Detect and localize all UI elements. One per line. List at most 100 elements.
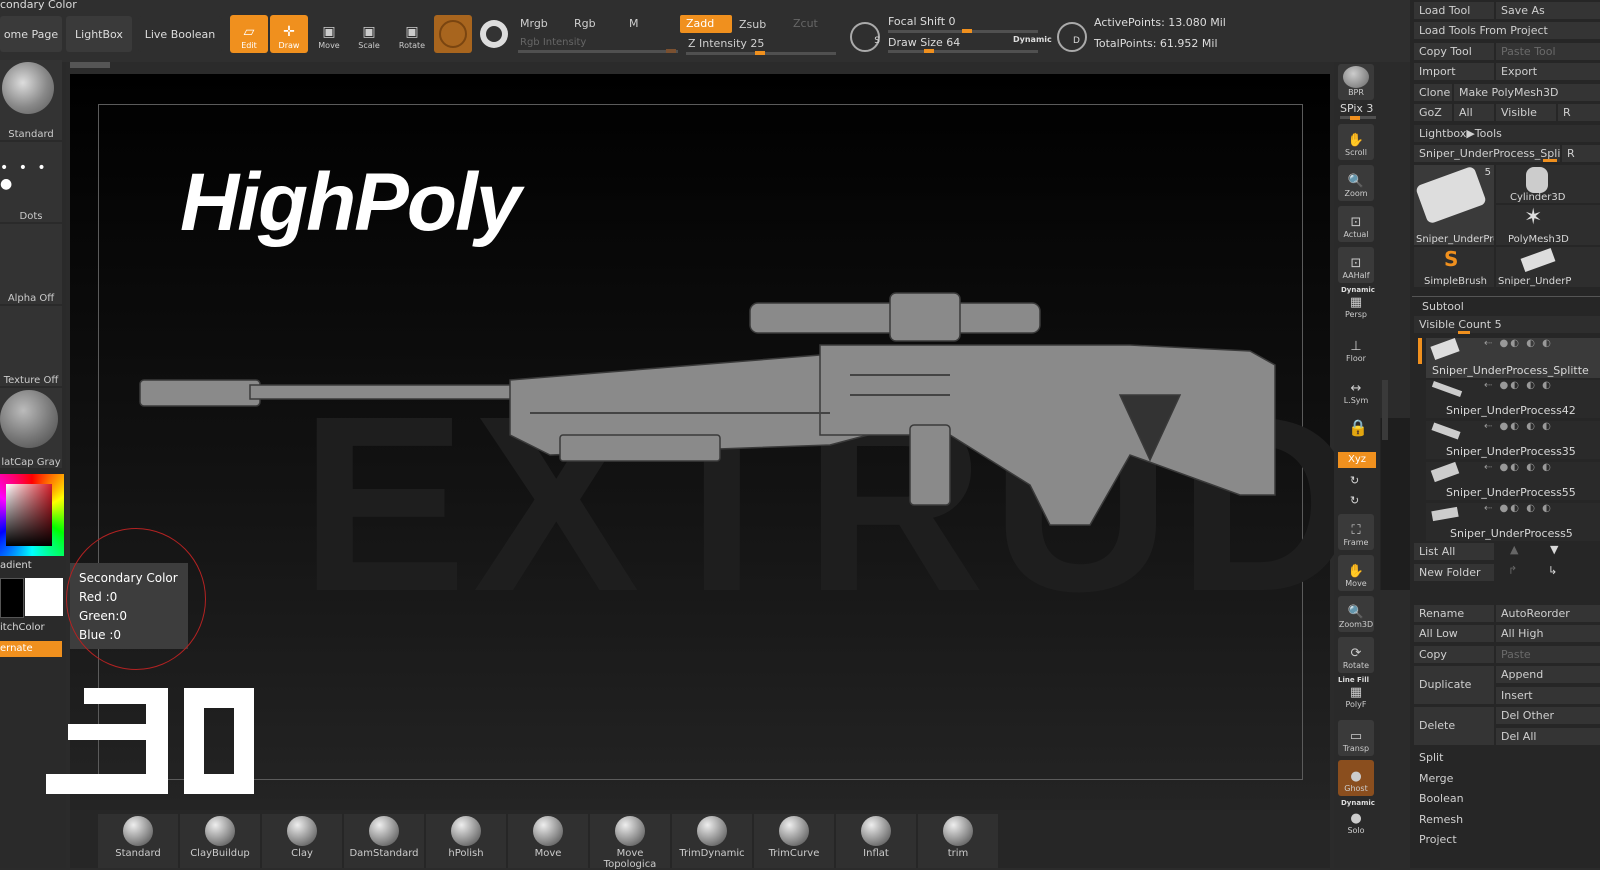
xyz-button[interactable]: Xyz	[1338, 452, 1376, 468]
persp-button[interactable]: ▦ Persp	[1338, 294, 1374, 322]
insert-button[interactable]: Insert	[1496, 687, 1600, 704]
rename-button[interactable]: Rename	[1414, 605, 1494, 622]
move-folder-down-icon[interactable]: ↳	[1548, 564, 1557, 577]
z-intensity-knob[interactable]	[755, 51, 765, 55]
spix-slider[interactable]	[1340, 116, 1376, 120]
color-picker[interactable]	[0, 474, 64, 556]
actual-button[interactable]: ⊡ Actual	[1338, 206, 1374, 242]
frame-button[interactable]: ⛶ Frame	[1338, 514, 1374, 550]
stroke-dots-button[interactable]: • • • ● Dots	[0, 142, 62, 222]
goz-all-button[interactable]: All	[1454, 104, 1494, 121]
export-button[interactable]: Export	[1496, 63, 1600, 80]
brush-clay[interactable]: Clay	[262, 814, 342, 868]
rotate-button[interactable]: ▣ Rotate	[393, 15, 431, 53]
transp-button[interactable]: ▭ Transp	[1338, 720, 1374, 756]
move-down-icon[interactable]: ▼	[1550, 543, 1558, 556]
visible-count-slider[interactable]: Visible Count 5	[1414, 316, 1600, 333]
sniper-rifle-model[interactable]	[130, 285, 1290, 555]
paste-tool-button[interactable]: Paste Tool	[1496, 43, 1600, 60]
new-folder-button[interactable]: New Folder	[1414, 564, 1494, 581]
rgb-intensity-knob[interactable]	[666, 49, 676, 53]
subtool-row[interactable]: ⇠ ●◐ ◐ ◐ Sniper_UnderProcess42	[1426, 380, 1600, 418]
viewport-scroll-handle[interactable]	[70, 62, 110, 68]
spix-knob[interactable]	[1350, 116, 1360, 120]
alternate-button[interactable]: ernate	[0, 641, 62, 657]
alpha-button[interactable]: Alpha Off	[0, 224, 62, 304]
make-polymesh-button[interactable]: Make PolyMesh3D	[1454, 84, 1600, 101]
copy-tool-button[interactable]: Copy Tool	[1414, 43, 1494, 60]
paste-button[interactable]: Paste	[1496, 646, 1600, 663]
brush-trim[interactable]: trim	[918, 814, 998, 868]
subtool-row[interactable]: ⇠ ●◐ ◐ ◐ Sniper_UnderProcess55	[1426, 461, 1600, 500]
right-bar-scroll[interactable]	[1382, 380, 1388, 440]
subtool-visibility-icons[interactable]: ⇠ ●◐ ◐ ◐	[1484, 338, 1553, 349]
brush-move[interactable]: Move	[508, 814, 588, 868]
brush-standard[interactable]: Standard	[98, 814, 178, 868]
brush-trimcurve[interactable]: TrimCurve	[754, 814, 834, 868]
load-tools-from-project-button[interactable]: Load Tools From Project	[1414, 22, 1600, 39]
brush-inflat[interactable]: Inflat	[836, 814, 916, 868]
m-toggle[interactable]: M	[623, 15, 645, 33]
scale-button[interactable]: ▣ Scale	[350, 15, 388, 53]
mrgb-toggle[interactable]: Mrgb	[514, 15, 554, 33]
del-other-button[interactable]: Del Other	[1496, 707, 1600, 724]
stroke-icon[interactable]	[480, 20, 508, 48]
brush-move-topological[interactable]: Move Topologica	[590, 814, 670, 870]
draw-size-knob[interactable]	[924, 49, 934, 53]
live-boolean-button[interactable]: Live Boolean	[138, 16, 222, 52]
del-all-button[interactable]: Del All	[1496, 728, 1600, 745]
zcut-toggle[interactable]: Zcut	[787, 15, 824, 33]
material-matcap-button[interactable]: latCap Gray	[0, 388, 62, 468]
current-tool-slider[interactable]	[1543, 159, 1557, 162]
tool-thumb-polymesh[interactable]: ✶ PolyMesh3D	[1496, 205, 1600, 245]
goz-visible-button[interactable]: Visible	[1496, 104, 1556, 121]
color-square[interactable]	[6, 484, 52, 546]
brush-claybuildup[interactable]: ClayBuildup	[180, 814, 260, 868]
tool-thumb-sniper2[interactable]: Sniper_UnderP	[1496, 247, 1600, 287]
import-button[interactable]: Import	[1414, 63, 1494, 80]
subtool-visibility-icons[interactable]: ⇠ ●◐ ◐ ◐	[1484, 380, 1553, 391]
copy-button[interactable]: Copy	[1414, 646, 1494, 663]
subtool-visibility-icons[interactable]: ⇠ ●◐ ◐ ◐	[1484, 503, 1553, 514]
current-tool-r-button[interactable]: R	[1562, 145, 1600, 162]
bpr-button[interactable]: BPR	[1338, 64, 1374, 100]
zoom-button[interactable]: 🔍 Zoom	[1338, 165, 1374, 201]
brush-hpolish[interactable]: hPolish	[426, 814, 506, 868]
list-all-button[interactable]: List All	[1414, 543, 1494, 560]
brush-trimdynamic[interactable]: TrimDynamic	[672, 814, 752, 868]
scroll-button[interactable]: ✋ Scroll	[1338, 124, 1374, 160]
current-tool-name[interactable]: Sniper_UnderProcess_Splitte	[1414, 145, 1560, 162]
append-button[interactable]: Append	[1496, 666, 1600, 683]
auto-reorder-button[interactable]: AutoReorder	[1496, 605, 1600, 622]
tool-thumb-sniper[interactable]: 5 Sniper_UnderPro	[1414, 165, 1494, 245]
home-page-button[interactable]: ome Page	[0, 16, 62, 52]
material-button[interactable]	[434, 15, 472, 53]
secondary-color-swatch[interactable]	[25, 578, 63, 616]
rgb-toggle[interactable]: Rgb	[568, 15, 602, 33]
zsub-toggle[interactable]: Zsub	[733, 16, 772, 34]
switch-color-button[interactable]: itchColor	[0, 622, 45, 633]
dynamic-toggle[interactable]: Dynamic	[1013, 35, 1052, 44]
goz-button[interactable]: GoZ	[1414, 104, 1452, 121]
focal-shift-knob[interactable]	[962, 29, 972, 33]
tool-thumb-cylinder[interactable]: Cylinder3D	[1496, 165, 1600, 203]
rotate-y-icon[interactable]: ↻	[1350, 474, 1359, 487]
aahalf-button[interactable]: ⊡ AAHalf	[1338, 247, 1374, 283]
delete-button[interactable]: Delete	[1414, 707, 1494, 745]
brush-damstandard[interactable]: DamStandard	[344, 814, 424, 868]
draw-size-dynamic-icon[interactable]: D	[1057, 22, 1087, 52]
load-tool-button[interactable]: Load Tool	[1414, 2, 1494, 19]
draw-size-slider[interactable]	[888, 50, 1038, 53]
all-low-button[interactable]: All Low	[1414, 625, 1494, 642]
rgb-intensity-slider[interactable]	[518, 50, 678, 53]
clone-button[interactable]: Clone	[1414, 84, 1452, 101]
solo-button[interactable]: ● Solo	[1338, 808, 1374, 838]
ghost-button[interactable]: ● Ghost	[1338, 760, 1374, 796]
move-folder-up-icon[interactable]: ↱	[1508, 564, 1517, 577]
brush-standard-button[interactable]: Standard	[0, 60, 62, 140]
lock-icon[interactable]: 🔒	[1348, 418, 1368, 437]
focal-shift-icon[interactable]: S	[850, 22, 880, 52]
subtool-visibility-icons[interactable]: ⇠ ●◐ ◐ ◐	[1484, 421, 1553, 432]
split-section[interactable]: Split	[1414, 749, 1600, 766]
move-button[interactable]: ▣ Move	[310, 15, 348, 53]
